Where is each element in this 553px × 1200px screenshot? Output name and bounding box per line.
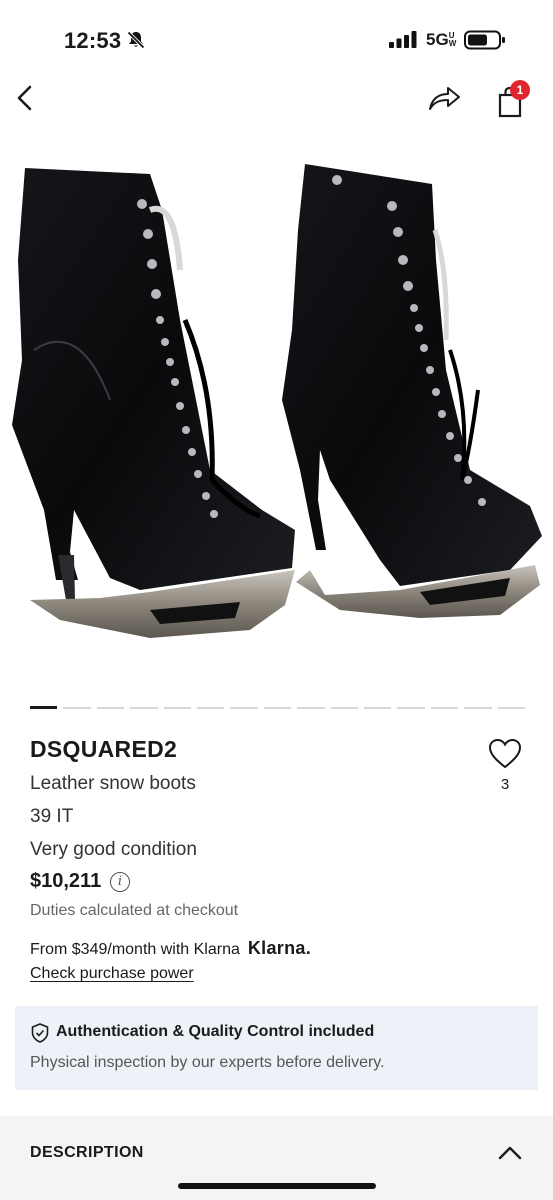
battery-icon bbox=[464, 30, 505, 50]
carousel-dot[interactable] bbox=[263, 707, 292, 709]
carousel-dot[interactable] bbox=[96, 707, 125, 709]
authentication-banner: Authentication & Quality Control include… bbox=[15, 1006, 538, 1090]
bell-slash-icon bbox=[127, 31, 145, 49]
product-name: Leather snow boots bbox=[30, 773, 196, 794]
right-boot bbox=[282, 164, 542, 618]
carousel-dot[interactable] bbox=[197, 707, 225, 709]
like-count: 3 bbox=[500, 776, 510, 793]
auth-subtitle: Physical inspection by our experts befor… bbox=[30, 1054, 385, 1071]
heart-icon[interactable] bbox=[488, 738, 522, 770]
product-image[interactable] bbox=[0, 150, 553, 690]
carousel-dot[interactable] bbox=[364, 707, 392, 709]
carousel-dot-active[interactable] bbox=[30, 706, 58, 709]
duties-note: Duties calculated at checkout bbox=[30, 902, 239, 919]
network-label: 5GU W bbox=[426, 30, 457, 49]
product-condition: Very good condition bbox=[30, 839, 197, 860]
left-boot bbox=[12, 168, 295, 638]
klarna-financing: From $349/month with Klarna Klarna. bbox=[30, 938, 311, 959]
klarna-logo: Klarna. bbox=[247, 938, 311, 958]
carousel-dot[interactable] bbox=[230, 707, 258, 709]
carousel-dot[interactable] bbox=[430, 707, 459, 709]
klarna-text: From $349/month with Klarna bbox=[30, 941, 240, 958]
description-title: DESCRIPTION bbox=[30, 1144, 144, 1161]
carousel-dot[interactable] bbox=[130, 707, 158, 709]
share-arrow-icon[interactable] bbox=[426, 82, 462, 114]
auth-title: Authentication & Quality Control include… bbox=[56, 1023, 375, 1040]
chevron-up-icon[interactable] bbox=[496, 1142, 524, 1164]
product-price: $10,211 bbox=[30, 870, 102, 892]
signal-bars-icon bbox=[389, 31, 417, 48]
check-purchase-power-link[interactable]: Check purchase power bbox=[30, 965, 194, 983]
status-time: 12:53 bbox=[64, 28, 122, 53]
shield-check-icon bbox=[31, 1023, 49, 1043]
carousel-dot[interactable] bbox=[497, 707, 526, 709]
product-size: 39 IT bbox=[30, 806, 74, 827]
carousel-dot[interactable] bbox=[397, 707, 425, 709]
shopping-bag-button[interactable]: 1 bbox=[494, 80, 530, 118]
nav-bar: 1 bbox=[0, 70, 553, 130]
product-brand[interactable]: DSQUARED2 bbox=[30, 736, 177, 763]
status-bar: 12:53 5GU W bbox=[0, 0, 553, 70]
carousel-dot[interactable] bbox=[464, 707, 492, 709]
carousel-dot[interactable] bbox=[163, 707, 192, 709]
carousel-dot[interactable] bbox=[297, 707, 325, 709]
carousel-dot[interactable] bbox=[330, 707, 359, 709]
cart-count-badge: 1 bbox=[510, 80, 530, 100]
carousel-dot[interactable] bbox=[63, 707, 91, 709]
home-indicator[interactable] bbox=[178, 1183, 376, 1189]
image-carousel-indicator bbox=[30, 706, 526, 710]
back-chevron-icon[interactable] bbox=[10, 82, 42, 114]
info-icon[interactable]: i bbox=[110, 872, 130, 892]
